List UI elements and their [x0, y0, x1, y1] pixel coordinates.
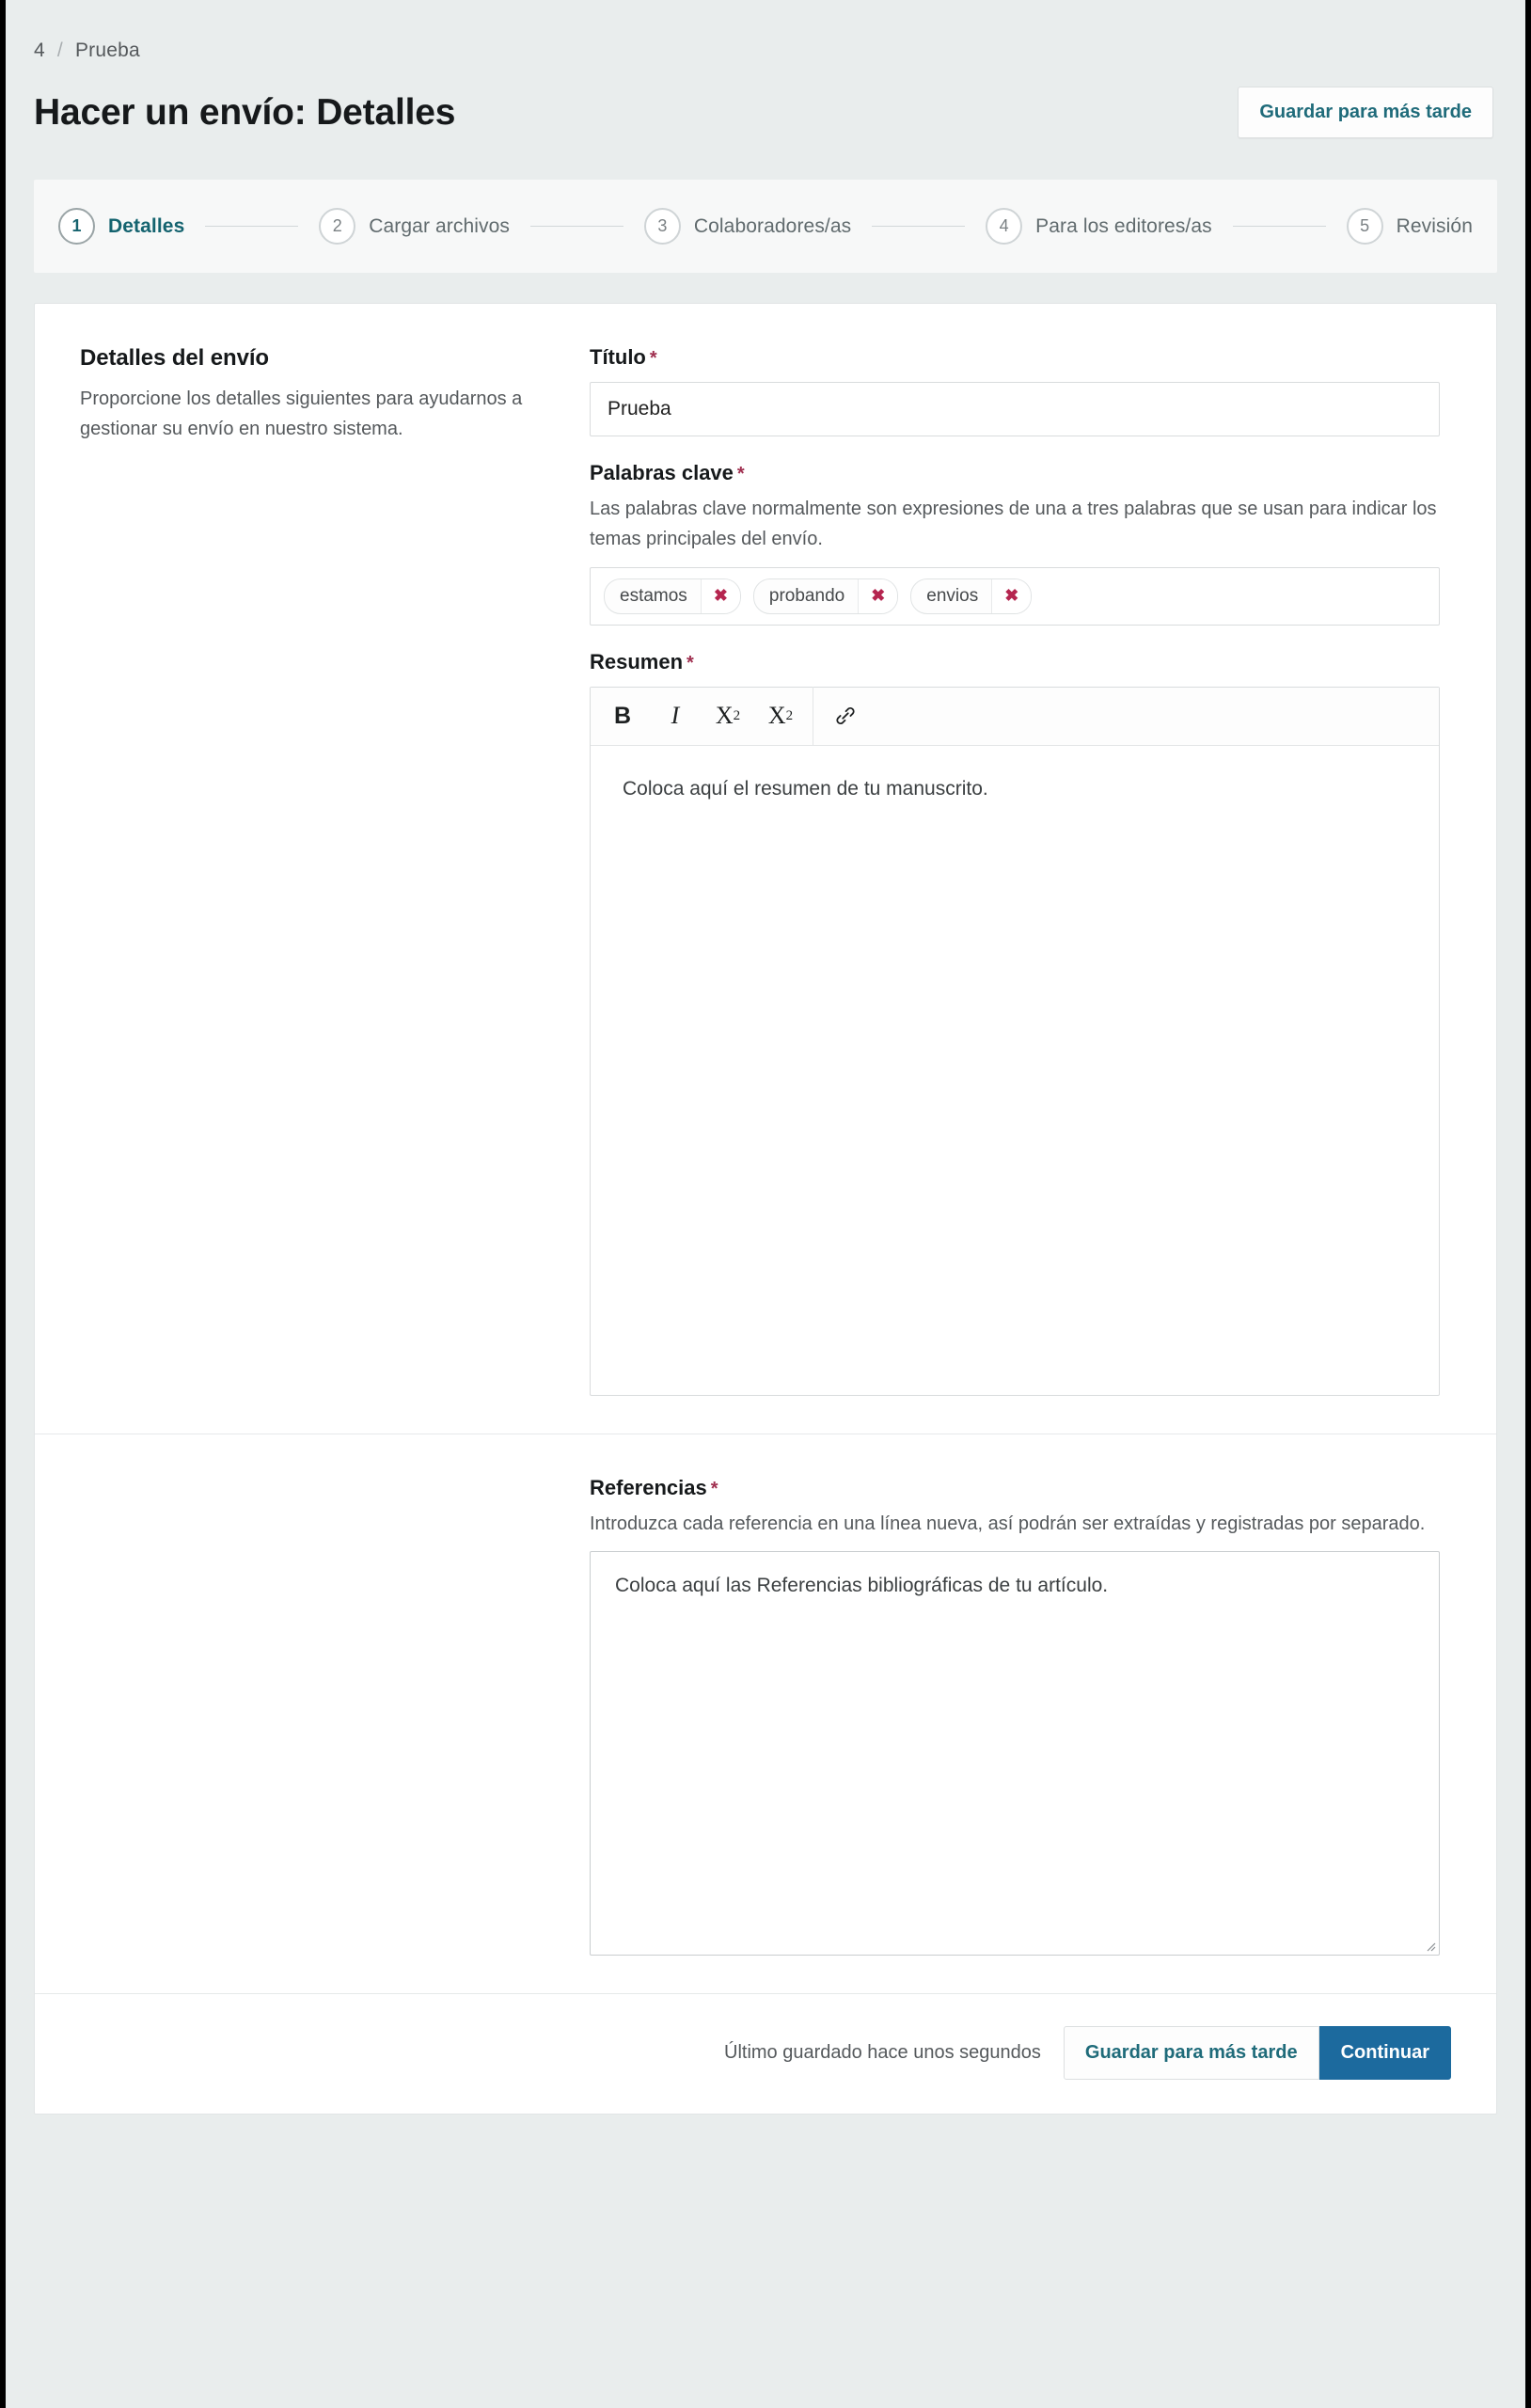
save-for-later-header-button[interactable]: Guardar para más tarde — [1238, 87, 1493, 138]
resize-handle-icon[interactable] — [1423, 1939, 1436, 1952]
label-referencias-text: Referencias — [590, 1475, 707, 1499]
required-indicator-titulo: * — [649, 348, 657, 369]
subscript-glyph-base: X — [767, 702, 786, 730]
submission-form-card: Detalles del envío Proporcione los detal… — [34, 303, 1497, 2115]
keyword-chip: estamos ✖ — [604, 578, 741, 614]
label-titulo: Título * — [590, 345, 1440, 370]
continue-button[interactable]: Continuar — [1318, 2026, 1451, 2081]
details-section: Detalles del envío Proporcione los detal… — [35, 304, 1496, 1434]
details-fields: Título* Palabras clave* Las palabras cla… — [590, 345, 1496, 1396]
subscript-glyph-script: 2 — [785, 707, 794, 723]
field-palabras-clave: Palabras clave * Las palabras clave norma… — [590, 461, 1440, 626]
step-connector-1 — [205, 226, 299, 227]
keyword-chip: probando ✖ — [752, 578, 899, 614]
required-indicator-resumen: * — [687, 652, 694, 673]
step-label-1: Detalles — [108, 214, 185, 237]
superscript-glyph-script: 2 — [733, 707, 741, 723]
save-for-later-footer-button[interactable]: Guardar para más tarde — [1063, 2026, 1319, 2081]
step-number-4: 4 — [986, 208, 1023, 245]
page-title: Hacer un envío: Detalles — [34, 91, 456, 133]
italic-icon[interactable]: I — [649, 687, 702, 745]
step-connector-2 — [529, 226, 623, 227]
remove-keyword-icon[interactable]: ✖ — [991, 578, 1032, 613]
required-indicator-palabras-clave: * — [736, 464, 745, 484]
breadcrumb-current[interactable]: Prueba — [75, 40, 140, 62]
breadcrumb-separator: / — [56, 40, 63, 61]
step-number-3: 3 — [643, 208, 681, 245]
breadcrumb-id[interactable]: 4 — [34, 40, 45, 62]
references-textarea-content: Coloca aquí las Referencias bibliográfic… — [615, 1575, 1109, 1597]
form-footer: Último guardado hace unos segundos Guard… — [35, 1994, 1496, 2114]
step-item-revision[interactable]: 5 Revisión — [1346, 208, 1473, 245]
field-referencias: Referencias * Introduzca cada referencia … — [590, 1476, 1440, 1956]
references-sidebar-spacer — [35, 1476, 590, 1956]
references-fields: Referencias * Introduzca cada referencia … — [590, 1476, 1496, 1956]
remove-keyword-icon[interactable]: ✖ — [700, 578, 740, 613]
label-palabras-clave-text: Palabras clave — [590, 461, 734, 484]
details-sidebar-title: Detalles del envío — [80, 345, 269, 371]
keyword-chip-label: estamos — [620, 585, 687, 606]
abstract-rich-text-editor: B I X2 X2 Coloca aquí el resumen de tu m… — [590, 686, 1440, 1396]
help-referencias: Introduzca cada referencia en una línea … — [590, 1513, 1426, 1534]
details-sidebar-description: Proporcione los detalles siguientes para… — [80, 388, 523, 440]
link-icon[interactable] — [819, 687, 872, 745]
subscript-icon[interactable]: X2 — [754, 687, 807, 745]
editor-toolbar: B I X2 X2 — [591, 687, 1439, 746]
keyword-chip-label: probando — [768, 585, 845, 606]
page-header: Hacer un envío: Detalles Guardar para má… — [6, 62, 1525, 138]
step-number-1: 1 — [58, 208, 95, 245]
step-label-4: Para los editores/as — [1035, 214, 1212, 237]
label-referencias: Referencias * — [590, 1476, 1440, 1500]
label-palabras-clave: Palabras clave * — [590, 461, 1440, 485]
bold-icon[interactable]: B — [596, 687, 649, 745]
superscript-icon[interactable]: X2 — [702, 687, 754, 745]
step-item-cargar-archivos[interactable]: 2 Cargar archivos — [319, 208, 510, 245]
references-textarea[interactable]: Coloca aquí las Referencias bibliográfic… — [590, 1551, 1440, 1956]
last-saved-status: Último guardado hace unos segundos — [724, 2042, 1041, 2064]
remove-keyword-icon[interactable]: ✖ — [858, 578, 898, 613]
label-resumen-text: Resumen — [590, 649, 684, 673]
step-label-2: Cargar archivos — [369, 214, 510, 237]
keyword-chip: envios ✖ — [910, 578, 1033, 614]
step-item-colaboradores[interactable]: 3 Colaboradores/as — [643, 208, 852, 245]
label-resumen: Resumen * — [590, 650, 1440, 674]
superscript-glyph-base: X — [715, 702, 734, 730]
keywords-input-box[interactable]: estamos ✖ probando ✖ envios ✖ — [590, 566, 1440, 626]
titulo-input[interactable] — [590, 382, 1440, 436]
help-palabras-clave: Las palabras clave normalmente son expre… — [590, 499, 1437, 550]
keyword-chip-label: envios — [926, 585, 979, 606]
details-sidebar: Detalles del envío Proporcione los detal… — [35, 345, 590, 1396]
step-connector-4 — [1232, 226, 1326, 227]
abstract-editor-content[interactable]: Coloca aquí el resumen de tu manuscrito. — [591, 746, 1439, 1395]
submission-details-page: 4 / Prueba Hacer un envío: Detalles Guar… — [0, 0, 1531, 2408]
field-titulo: Título * — [590, 345, 1440, 436]
required-indicator-referencias: * — [710, 1478, 718, 1499]
step-number-5: 5 — [1346, 208, 1383, 245]
step-number-2: 2 — [319, 208, 356, 245]
submission-stepper: 1 Detalles 2 Cargar archivos 3 Colaborad… — [34, 180, 1497, 273]
field-resumen: Resumen * B I X2 X2 Coloca aquí el resum… — [590, 650, 1440, 1396]
step-item-para-los-editores[interactable]: 4 Para los editores/as — [986, 208, 1212, 245]
step-item-detalles[interactable]: 1 Detalles — [58, 208, 184, 245]
step-label-3: Colaboradores/as — [693, 214, 852, 237]
references-section: Referencias * Introduzca cada referencia … — [35, 1434, 1496, 1993]
breadcrumb: 4 / Prueba — [6, 0, 1525, 62]
step-connector-3 — [872, 226, 966, 227]
label-titulo-text: Título — [590, 345, 646, 369]
step-label-5: Revisión — [1396, 214, 1473, 237]
